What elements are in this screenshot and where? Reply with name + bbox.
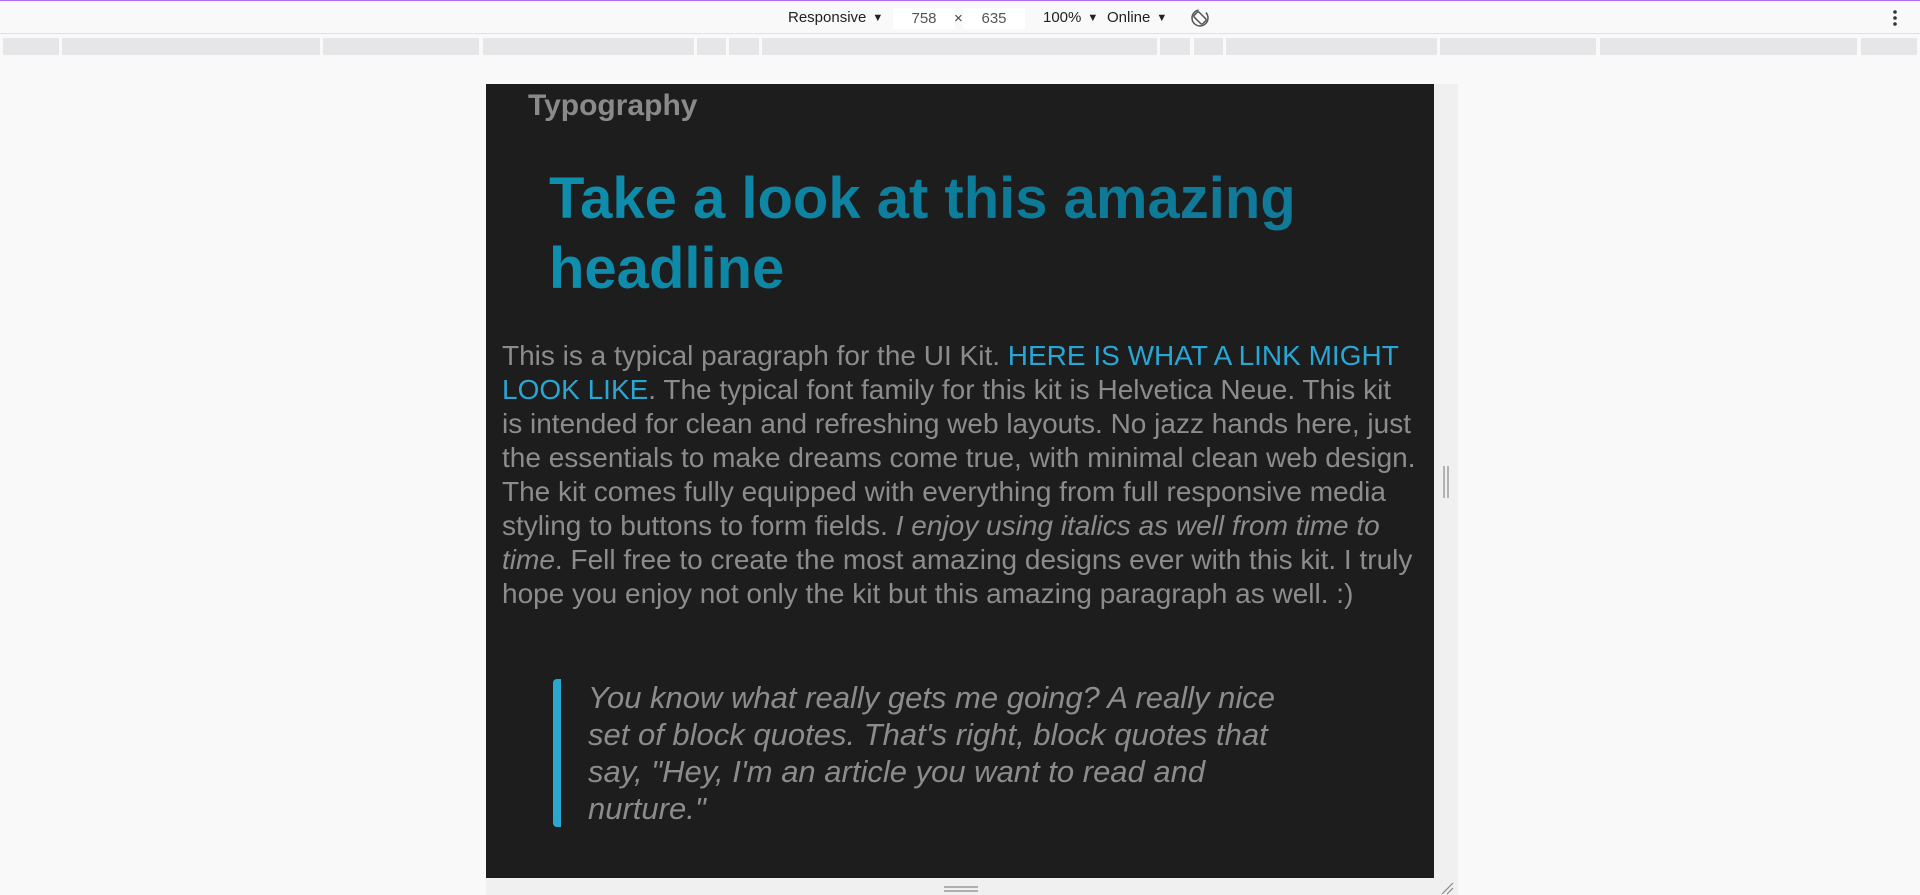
ruler-segment[interactable]	[1194, 38, 1223, 55]
body-paragraph: This is a typical paragraph for the UI K…	[502, 339, 1417, 611]
network-label: Online	[1107, 9, 1151, 26]
section-title: Typography	[528, 89, 698, 122]
ruler-segment[interactable]	[1440, 38, 1596, 55]
ruler-segment[interactable]	[1861, 38, 1917, 55]
ruler-segment[interactable]	[62, 38, 320, 55]
block-quote: You know what really gets me going? A re…	[553, 679, 1298, 827]
ruler-segment[interactable]	[323, 38, 479, 55]
rotate-device-icon[interactable]	[1190, 8, 1210, 28]
zoom-label: 100%	[1043, 9, 1082, 26]
paragraph-outro: . Fell free to create the most amazing d…	[502, 544, 1413, 609]
ruler-segment[interactable]	[1160, 38, 1190, 55]
responsive-viewport: Typography Take a look at this amazing h…	[486, 84, 1434, 878]
viewport-resize-handle-right[interactable]	[1442, 466, 1450, 498]
ruler-segment[interactable]	[697, 38, 726, 55]
page-headline: Take a look at this amazing headline	[549, 164, 1349, 303]
ruler-segment[interactable]	[729, 38, 759, 55]
device-mode-label: Responsive	[788, 9, 867, 26]
viewport-width-input[interactable]	[893, 8, 955, 29]
media-query-ruler	[0, 36, 1920, 58]
viewport-height-input[interactable]	[963, 8, 1025, 29]
ruler-segment[interactable]	[1600, 38, 1857, 55]
ruler-segment[interactable]	[483, 38, 694, 55]
kebab-menu-icon[interactable]	[1890, 7, 1900, 29]
ruler-segment[interactable]	[1226, 38, 1437, 55]
ruler-segment[interactable]	[3, 38, 59, 55]
paragraph-intro: This is a typical paragraph for the UI K…	[502, 340, 1008, 371]
viewport-resize-corner-icon[interactable]	[1440, 882, 1454, 895]
viewport-resize-handle-bottom[interactable]	[944, 885, 978, 893]
zoom-dropdown[interactable]: 100% ▼	[1043, 1, 1098, 34]
responsive-design-toolbar: Responsive ▼ × 100% ▼ Online ▼	[0, 1, 1920, 34]
dimension-separator: ×	[954, 10, 963, 27]
network-throttle-dropdown[interactable]: Online ▼	[1107, 1, 1167, 34]
device-mode-dropdown[interactable]: Responsive ▼	[788, 1, 883, 34]
chevron-down-icon: ▼	[1087, 12, 1099, 24]
chevron-down-icon: ▼	[1156, 12, 1168, 24]
chevron-down-icon: ▼	[872, 12, 884, 24]
ruler-segment[interactable]	[762, 38, 1157, 55]
